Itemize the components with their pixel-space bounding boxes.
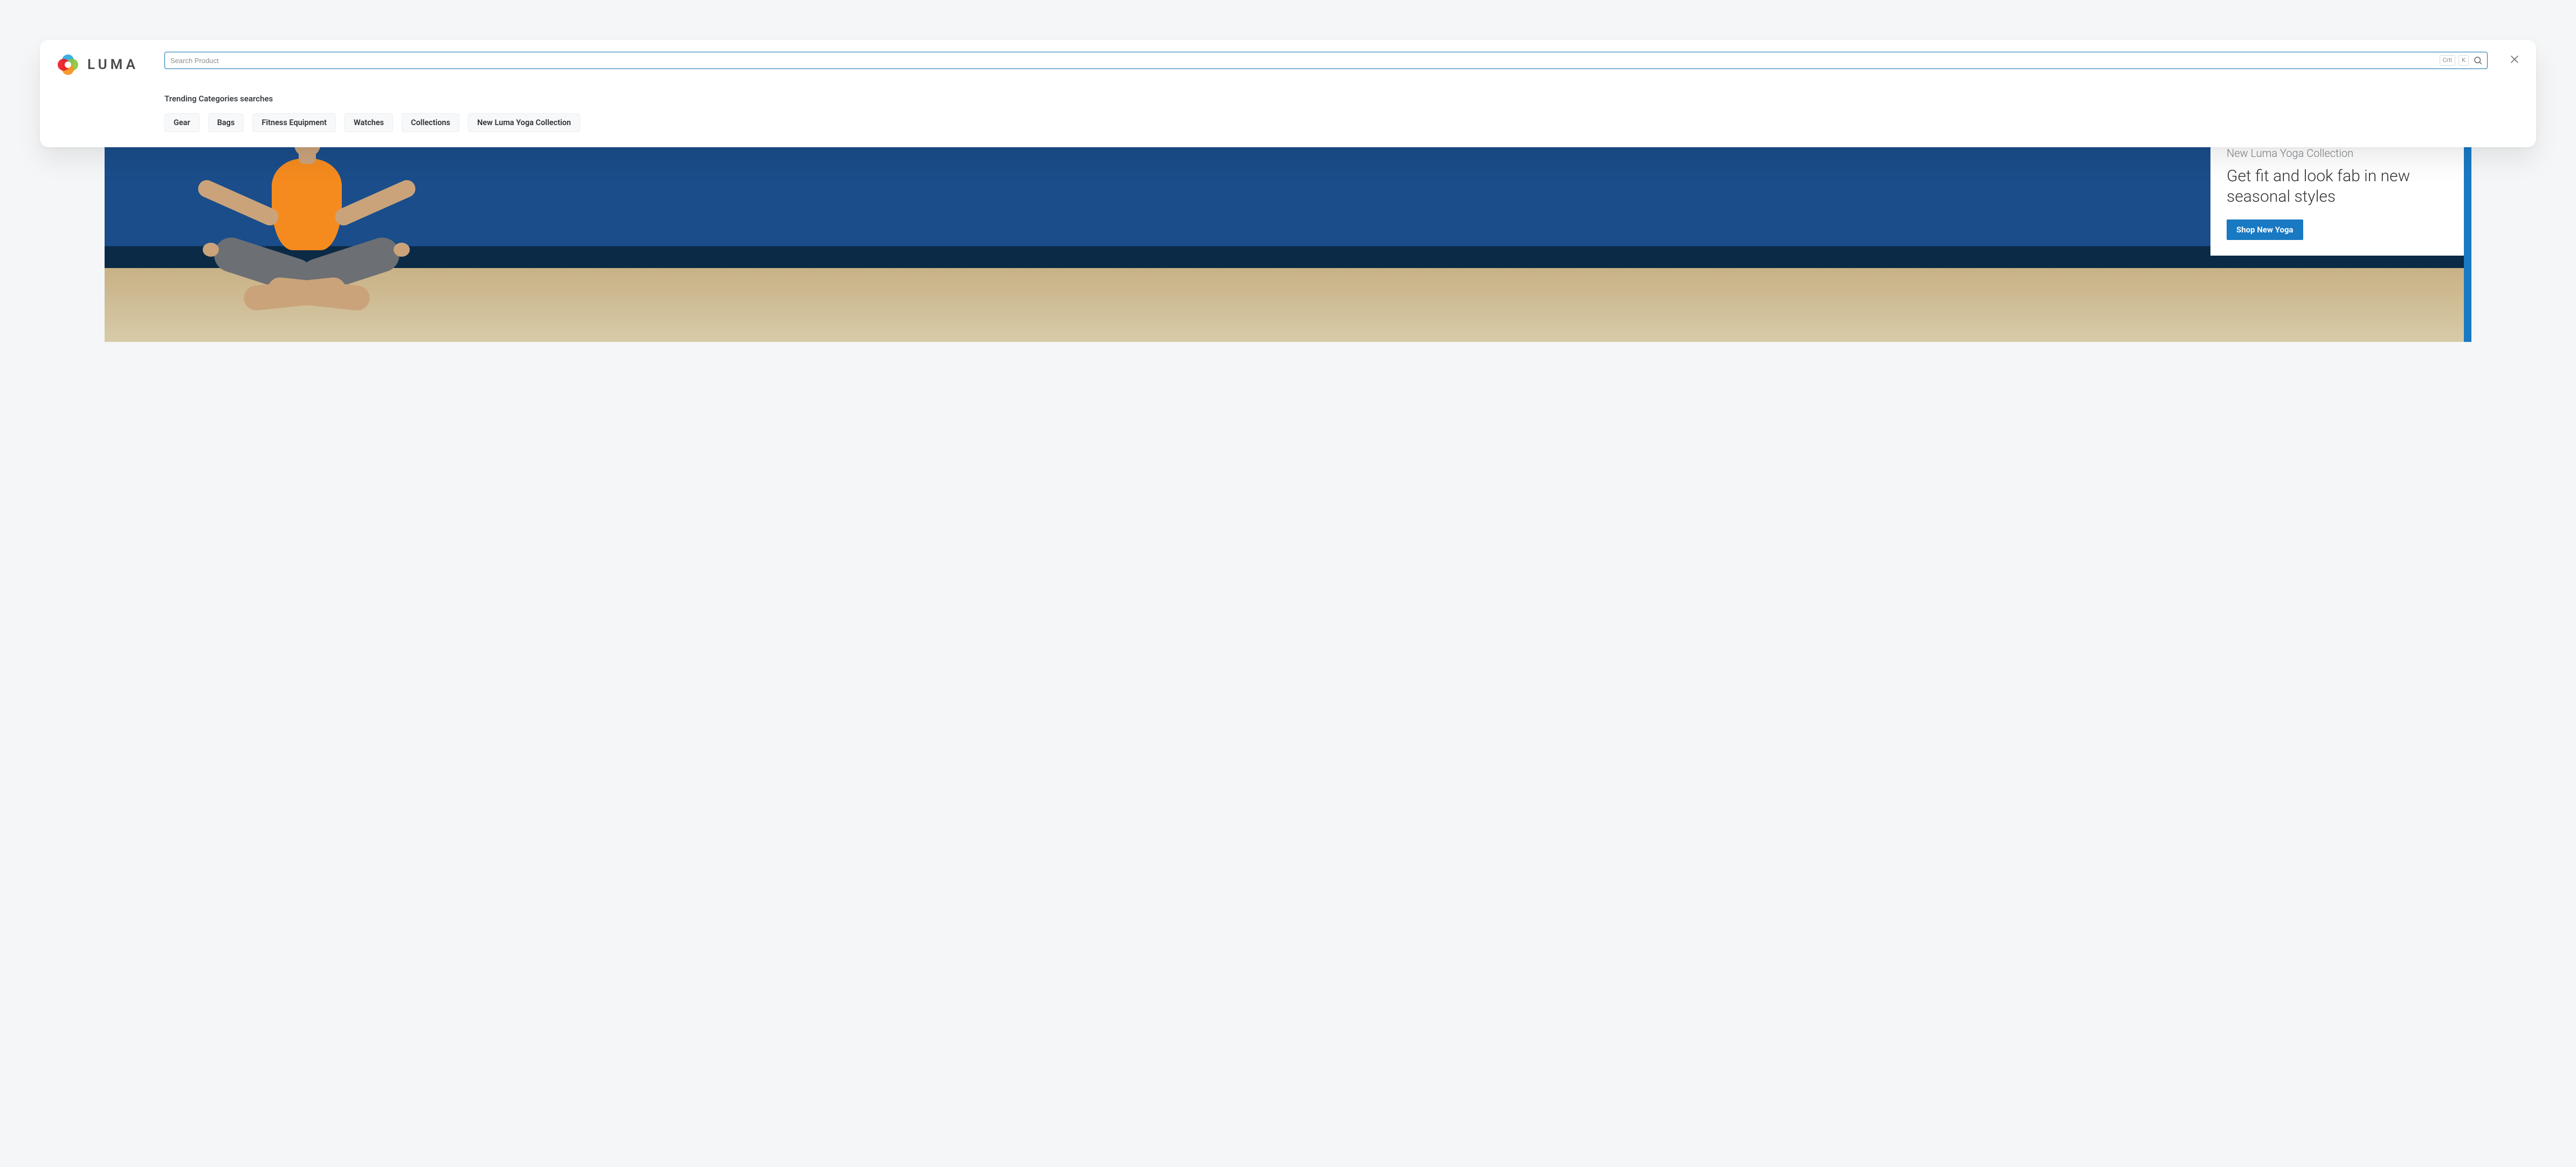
search-icon[interactable] <box>2472 54 2484 66</box>
hero-background <box>105 142 2471 342</box>
shortcut-key: K <box>2458 55 2469 66</box>
hero-headline: Get fit and look fab in new seasonal sty… <box>2227 166 2448 207</box>
hero-person-illustration <box>175 142 433 342</box>
trending-chip[interactable]: Gear <box>164 113 199 132</box>
brand-logo-icon <box>56 53 80 77</box>
trending-chip[interactable]: Fitness Equipment <box>252 113 336 132</box>
trending-chip[interactable]: Bags <box>208 113 244 132</box>
hero-accent-strip <box>2464 142 2471 342</box>
hero-eyebrow: New Luma Yoga Collection <box>2227 147 2448 160</box>
search-overlay-panel: LUMA Crtl K Trending Categories searches… <box>40 40 2536 147</box>
search-input[interactable] <box>170 57 2436 65</box>
trending-chip[interactable]: New Luma Yoga Collection <box>468 113 580 132</box>
shortcut-mod-key: Crtl <box>2440 55 2455 66</box>
search-field-wrapper[interactable]: Crtl K <box>164 52 2488 69</box>
brand-name: LUMA <box>87 57 139 73</box>
hero-banner: New Luma Yoga Collection Get fit and loo… <box>105 142 2471 342</box>
brand-logo[interactable]: LUMA <box>56 52 139 77</box>
trending-chip-row: Gear Bags Fitness Equipment Watches Coll… <box>164 113 2488 132</box>
trending-chip[interactable]: Watches <box>345 113 393 132</box>
close-icon[interactable] <box>2509 54 2520 65</box>
trending-heading: Trending Categories searches <box>164 94 2488 104</box>
trending-chip[interactable]: Collections <box>402 113 459 132</box>
shop-new-yoga-button[interactable]: Shop New Yoga <box>2227 219 2303 240</box>
hero-card: New Luma Yoga Collection Get fit and loo… <box>2210 142 2464 256</box>
